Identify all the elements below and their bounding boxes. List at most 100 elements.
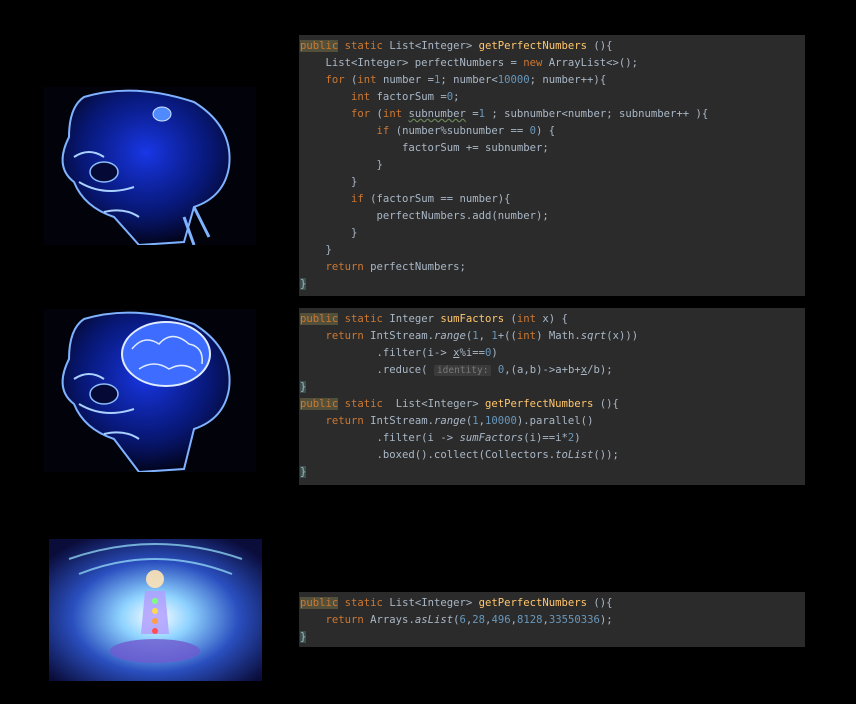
code-token: ; number< (440, 74, 498, 86)
code-token: ,(a,b)->a+b+ (504, 364, 581, 376)
code-token: range (433, 330, 466, 342)
code-token: (){ (587, 597, 613, 609)
code-line: if (factorSum == number){ (300, 191, 805, 208)
code-token: ) (491, 347, 498, 359)
code-line: } (300, 379, 805, 396)
code-token: new (523, 57, 549, 69)
code-token: int (351, 91, 377, 103)
code-token: ()); (593, 449, 619, 461)
code-token: toList (555, 449, 594, 461)
code-line: } (300, 276, 805, 293)
code-token: } (300, 176, 358, 188)
code-token: IntStream. (370, 330, 434, 342)
code-token: range (433, 415, 466, 427)
code-token: public (300, 597, 339, 609)
code-line: .boxed().collect(Collectors.toList()); (300, 447, 805, 464)
code-token: ) { (536, 125, 556, 137)
code-token: 8128 (516, 614, 543, 626)
code-token: return (325, 415, 371, 427)
code-line: return Arrays.asList(6,28,496,8128,33550… (300, 612, 805, 629)
code-panel-hardcoded: public static List<Integer> getPerfectNu… (299, 592, 805, 647)
code-line: } (300, 174, 805, 191)
code-panel-naive-loop: public static List<Integer> getPerfectNu… (299, 35, 805, 296)
code-token: public (300, 313, 339, 325)
code-token: 496 (491, 614, 511, 626)
code-token: 10000 (497, 74, 530, 86)
code-line: for (int number =1; number<10000; number… (300, 72, 805, 89)
code-token: (x))) (606, 330, 639, 342)
code-panel-streams: public static Integer sumFactors ( int x)… (299, 308, 805, 485)
code-token: (){ (587, 40, 613, 52)
code-token: static (338, 597, 390, 609)
code-token: 10000 (485, 415, 517, 427)
code-token: int (357, 74, 383, 86)
code-token: int (516, 330, 537, 342)
code-token: (number%subnumber == (395, 125, 530, 137)
code-token: ; (453, 91, 460, 103)
code-token: ) (574, 432, 581, 444)
code-token: List<Integer> (389, 597, 479, 609)
code-token: perfectNumbers; (370, 261, 466, 273)
code-token: return (325, 261, 371, 273)
code-token: ArrayList<>(); (548, 57, 639, 69)
code-token: x) { (542, 313, 568, 325)
code-token: sumFactors (459, 432, 524, 444)
code-token: .boxed().collect(Collectors. (300, 449, 556, 461)
code-token: return (325, 614, 371, 626)
code-line: .filter(i-> x%i==0) (300, 345, 805, 362)
code-line: } (300, 464, 805, 481)
code-token: } (300, 244, 332, 256)
code-line: for (int subnumber =1 ; subnumber<number… (300, 106, 805, 123)
code-line: } (300, 225, 805, 242)
code-token: return (325, 330, 371, 342)
code-token: (factorSum == number){ (370, 193, 511, 205)
code-token: ; number++){ (529, 74, 607, 86)
code-token: public (300, 40, 339, 52)
code-token: +(( (497, 330, 517, 342)
code-token: for (325, 74, 352, 86)
code-line: .reduce( identity: 0,(a,b)->a+b+x/b); (300, 362, 805, 379)
code-token: factorSum = (376, 91, 447, 103)
code-token: , (478, 330, 492, 342)
code-token: static (338, 398, 396, 410)
code-token: 28 (472, 614, 486, 626)
code-token: } (300, 227, 358, 239)
code-token: sqrt (580, 330, 607, 342)
code-token: List<Integer> perfectNumbers = (300, 57, 524, 69)
code-token: sumFactors (440, 313, 505, 325)
code-token: getPerfectNumbers (484, 398, 594, 410)
code-line: public static List<Integer> getPerfectNu… (300, 396, 805, 413)
code-token: int (382, 108, 409, 120)
code-token: perfectNumbers.add(number); (300, 210, 549, 222)
code-token: 33550336 (548, 614, 600, 626)
code-token: Arrays. (370, 614, 415, 626)
code-token: ( (504, 313, 517, 325)
code-line: public static Integer sumFactors (int x)… (300, 311, 805, 328)
code-line: perfectNumbers.add(number); (300, 208, 805, 225)
code-token: Integer (389, 313, 441, 325)
code-token: getPerfectNumbers (478, 597, 588, 609)
code-token: = (465, 108, 479, 120)
code-token: ); (599, 614, 613, 626)
code-token: (i)==i* (523, 432, 568, 444)
code-token: subnumber (408, 108, 466, 120)
code-token: public (300, 398, 339, 410)
code-token: for (351, 108, 377, 120)
code-line: return IntStream.range(1, 1+((int) Math.… (300, 328, 805, 345)
code-line: int factorSum =0; (300, 89, 805, 106)
code-line: List<Integer> perfectNumbers = new Array… (300, 55, 805, 72)
code-line: if (number%subnumber == 0) { (300, 123, 805, 140)
code-token: identity: (433, 365, 492, 376)
code-token: .filter(i -> (300, 432, 460, 444)
skull-small-brain-image (44, 87, 256, 245)
code-token: } (300, 631, 307, 643)
code-line: } (300, 242, 805, 259)
